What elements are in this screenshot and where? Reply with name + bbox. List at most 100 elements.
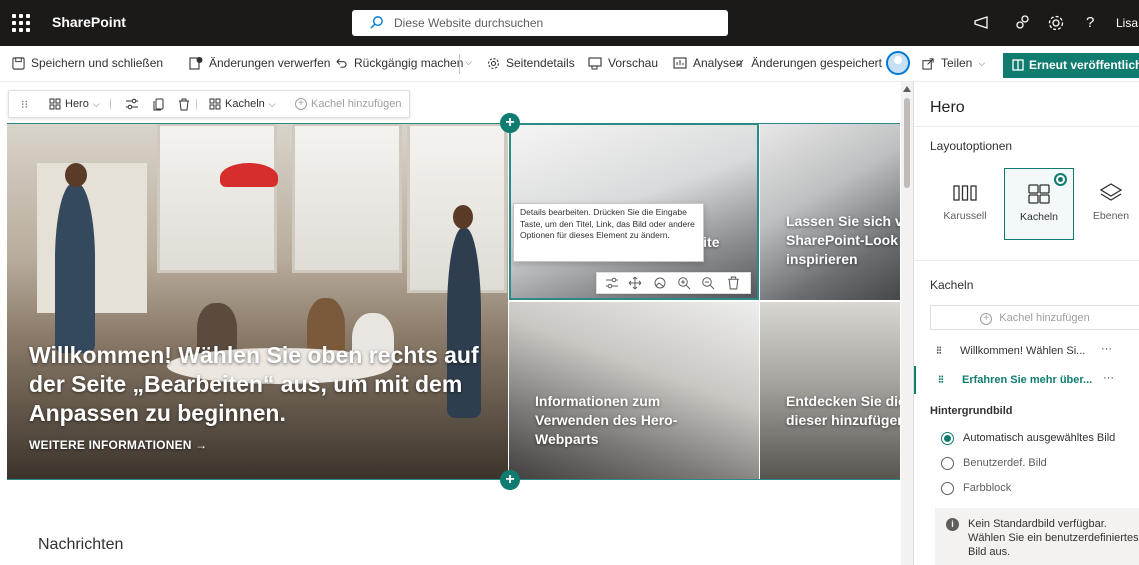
save-close-button[interactable]: Speichern und schließen [12,56,163,70]
undo-icon [336,57,347,68]
delete-tile-icon[interactable] [727,276,741,290]
republish-button[interactable]: Erneut veröffentliche [1003,53,1139,78]
share-people-icon[interactable] [1012,13,1032,33]
publish-icon [1012,59,1024,71]
add-section-below-icon[interactable]: + [500,470,520,490]
analytics-label: Analysen [693,56,743,70]
hero-tile-5[interactable]: Entdecken Sie die Sie zu dieser hinzufüg… [760,302,900,480]
search-icon [370,16,383,29]
undo-button[interactable]: Rückgängig machen [335,56,463,70]
search-box[interactable]: Diese Website durchsuchen [352,10,728,36]
layout-option-carousel[interactable]: Karussell [930,168,1000,240]
property-panel: Hero Layoutoptionen Karussell Kacheln Eb… [913,82,1139,565]
undo-dropdown-chevron-icon[interactable]: ⌵ [465,57,472,68]
scrollbar-thumb[interactable] [904,98,910,188]
user-name[interactable]: Lisa [1116,16,1138,30]
app-name[interactable]: SharePoint [52,14,126,30]
suite-bar: SharePoint Diese Website durchsuchen ? L… [0,0,1139,46]
layout-option-tiles[interactable]: Kacheln [1004,168,1074,240]
radio-custom-image[interactable]: Benutzerdef. Bild [941,456,1139,474]
more-options-icon[interactable]: ··· [1103,372,1114,384]
delete-icon[interactable] [178,98,190,111]
radio-dot [941,432,954,445]
megaphone-icon[interactable] [972,13,992,33]
info-icon: i [946,518,959,531]
app-launcher-icon[interactable] [12,14,30,32]
hero-main-link[interactable]: WEITERE INFORMATIONEN → [29,438,207,452]
tile-list-item[interactable]: ⁝⁝ Erfahren Sie mehr über... ··· [914,366,1139,394]
window-decor [157,123,277,273]
radio-label: Farbblock [963,482,1012,494]
image-focus-icon[interactable] [653,276,667,290]
layout-option-label: Ebenen [1092,210,1130,222]
preview-icon [588,56,602,69]
panel-title: Hero [930,99,965,116]
selection-outline [7,479,900,480]
page-details-button[interactable]: Seitendetails [487,56,575,70]
tile-list-item[interactable]: ⁝⁝ Willkommen! Wählen Si... ··· [914,337,1139,365]
add-section-above-icon[interactable]: + [500,113,520,133]
add-tile-button[interactable]: + Kachel hinzufügen [295,98,402,110]
share-button[interactable]: Teilen ⌵ [922,56,985,70]
webpart-type-dropdown[interactable]: Hero ⌵ [49,98,100,110]
chevron-down-icon: ⌵ [268,98,276,109]
panel-add-tile-button[interactable]: + Kachel hinzufügen [930,305,1139,330]
edit-details-icon[interactable] [605,276,619,290]
preview-label: Vorschau [608,56,659,70]
no-image-notice: i Kein Standardbild verfügbar. Wählen Si… [935,508,1139,565]
hero-main-title: Willkommen! Wählen Sie oben rechts auf d… [29,342,479,426]
webpart-name: Hero [65,98,89,110]
separator: | [109,98,112,110]
move-icon[interactable] [628,276,642,290]
webpart-toolbar: ⁝⁝ Hero ⌵ | | Kacheln ⌵ + Kachel hinzufü… [8,90,410,118]
hero-tile-4[interactable]: Informationen zum Verwenden des Hero-Web… [509,302,759,480]
zoom-out-icon[interactable] [701,276,715,290]
page-details-label: Seitendetails [506,56,575,70]
share-icon [922,57,934,70]
divider [914,260,1139,261]
carousel-icon [953,185,977,201]
tiles-icon [209,98,221,110]
notice-text: Kein Standardbild verfügbar. Wählen Sie … [968,518,1139,558]
analytics-icon [673,57,687,69]
help-icon[interactable]: ? [1086,14,1106,34]
tile-item-label: Willkommen! Wählen Si... [960,345,1086,357]
tile-5-title: Entdecken Sie die Sie zu dieser hinzufüg… [786,393,900,428]
drag-handle-icon[interactable]: ⁝⁝ [936,344,942,357]
preview-button[interactable]: Vorschau [588,56,658,70]
edit-properties-icon[interactable] [125,98,139,110]
layout-option-layers[interactable]: Ebenen [1076,168,1139,240]
person-decor [55,183,95,353]
separator: | [195,98,198,110]
user-avatar[interactable] [886,51,910,75]
tile-item-label: Erfahren Sie mehr über... [962,374,1093,386]
share-chevron-icon: ⌵ [978,57,986,68]
hero-main-tile[interactable]: Willkommen! Wählen Sie oben rechts auf d… [7,123,508,480]
discard-button[interactable]: Änderungen verwerfen [189,56,330,70]
add-circle-icon: + [980,313,993,325]
layout-option-label: Kacheln [1020,211,1058,223]
republish-label: Erneut veröffentliche [1029,58,1139,72]
edit-details-tooltip: Details bearbeiten. Drücken Sie die Eing… [513,203,704,262]
person-decor [453,205,473,229]
radio-dot [941,482,954,495]
hero-tile-3[interactable]: Lassen Sie sich von SharePoint-Look insp… [760,123,900,300]
drag-handle-icon[interactable]: ⁝⁝ [938,373,944,386]
layers-icon [1099,183,1123,201]
settings-gear-icon[interactable] [1046,13,1066,33]
radio-label: Benutzerdef. Bild [963,457,1047,469]
panel-add-tile-label: Kachel hinzufügen [999,312,1090,324]
analytics-button[interactable]: Analysen [673,56,742,70]
radio-auto-image[interactable]: Automatisch ausgewähltes Bild [941,431,1139,449]
selection-outline [7,123,900,124]
add-tile-label: Kachel hinzufügen [311,98,402,110]
scroll-up-arrow-icon[interactable] [903,86,911,92]
drag-handle-icon[interactable]: ⁝⁝ [21,98,28,111]
layout-dropdown[interactable]: Kacheln ⌵ [209,98,276,110]
canvas-scrollbar[interactable] [901,82,913,565]
save-icon [12,56,25,70]
more-options-icon[interactable]: ··· [1101,343,1112,355]
zoom-in-icon[interactable] [677,276,691,290]
duplicate-icon[interactable] [153,98,165,111]
radio-color-block[interactable]: Farbblock [941,481,1139,499]
